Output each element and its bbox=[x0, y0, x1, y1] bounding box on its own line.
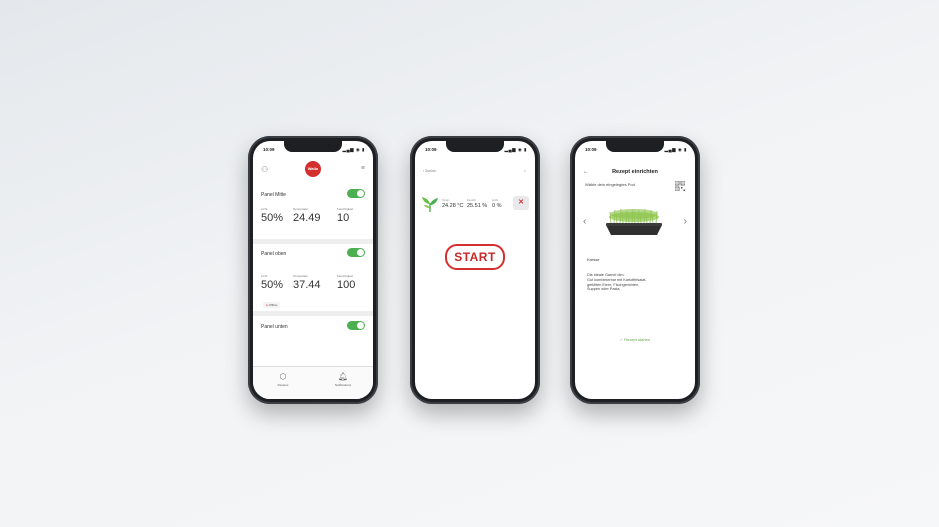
metric-label: Licht bbox=[261, 274, 268, 278]
tab-label: Devices bbox=[277, 383, 289, 387]
stop-icon[interactable]: ✕ bbox=[513, 196, 529, 210]
phone-screen: 10:09 ▂▄▆ ◉ ▮ ⚇ Wallo ≡ Panel Mitte Lich… bbox=[253, 141, 373, 399]
status-icons: ▂▄▆ ◉ ▮ bbox=[342, 147, 365, 152]
divider bbox=[253, 239, 373, 244]
panel-title: Panel oben bbox=[261, 251, 287, 257]
offline-badge: ● Offline bbox=[263, 302, 281, 308]
phone-dashboard: 10:09 ▂▄▆ ◉ ▮ ⚇ Wallo ≡ Panel Mitte Lich… bbox=[248, 136, 378, 404]
metric-value: 24.49 bbox=[293, 212, 321, 224]
status-time: 10:09 bbox=[263, 147, 275, 152]
metric-value: 50% bbox=[261, 212, 284, 224]
humidity-readout: Feucht 25.51 % bbox=[467, 198, 487, 209]
phone-screen: 10:09 ▂▄▆ ◉ ▮ ← Rezept einrichten Wähle … bbox=[575, 141, 695, 399]
temperature-readout: Temp 24.28 °C bbox=[442, 198, 463, 209]
bell-icon: 🔔︎ bbox=[337, 372, 349, 381]
metric-value: 50% bbox=[261, 279, 284, 291]
menu-icon[interactable]: ≡ bbox=[361, 165, 365, 172]
brand-logo: Wallo bbox=[305, 161, 321, 177]
user-icon[interactable]: ⚇ bbox=[261, 165, 268, 174]
panel-title: Panel unten bbox=[261, 324, 288, 330]
tab-notifications[interactable]: 🔔︎ Notifications bbox=[313, 372, 373, 387]
page-subtitle: Wähle dein eingelegtes Pod bbox=[585, 182, 635, 187]
metric-label: Feuchtigkeit bbox=[337, 274, 354, 278]
metric-value: 25.51 % bbox=[467, 203, 488, 209]
metric-value: 100 bbox=[337, 279, 356, 291]
metric-value: 0 % bbox=[492, 203, 502, 209]
status-icons: ▂▄▆ ◉ ▮ bbox=[504, 147, 527, 152]
metric-label: Temp bbox=[442, 198, 449, 202]
metric-label: Temperatur bbox=[293, 274, 309, 278]
metric-temperature: Temperatur 37.44 bbox=[293, 274, 321, 291]
cube-icon: ⬡ bbox=[279, 372, 287, 381]
phone-screen: 10:09 ▂▄▆ ◉ ▮ ‹ Zurück × Temp 24.28 °C F… bbox=[415, 141, 535, 399]
tab-devices[interactable]: ⬡ Devices bbox=[253, 372, 313, 387]
metric-light: Licht 50% bbox=[261, 274, 283, 291]
phone-notch bbox=[606, 141, 664, 152]
metric-value: 37.44 bbox=[293, 279, 321, 291]
start-label: START bbox=[454, 250, 496, 264]
toggle-knob bbox=[357, 190, 364, 197]
metric-value: 10 bbox=[337, 212, 350, 224]
close-icon[interactable]: × bbox=[524, 168, 526, 173]
back-link[interactable]: ‹ Zurück bbox=[423, 169, 436, 173]
status-icons: ▂▄▆ ◉ ▮ bbox=[664, 147, 687, 152]
status-time: 10:09 bbox=[425, 147, 437, 152]
metric-label: Temperatur bbox=[293, 207, 309, 211]
page-title: Rezept einrichten bbox=[612, 169, 658, 175]
phone-notch bbox=[284, 141, 342, 152]
metric-label: Licht bbox=[261, 207, 268, 211]
metric-temperature: Temperatur 24.49 bbox=[293, 207, 321, 224]
chevron-left-icon[interactable]: ‹ bbox=[583, 216, 586, 227]
toggle-knob bbox=[357, 322, 364, 329]
start-recipe-button[interactable]: ✓ Rezept starten bbox=[575, 337, 695, 342]
panel-card[interactable]: Panel unten bbox=[253, 321, 373, 341]
toggle-knob bbox=[357, 249, 364, 256]
plant-icon bbox=[422, 197, 438, 212]
metric-humidity: Feuchtigkeit 10 bbox=[337, 207, 353, 224]
plant-description: Die ideale Garnel dim. Gut kombinierbar … bbox=[587, 273, 682, 292]
chevron-right-icon[interactable]: › bbox=[684, 216, 687, 227]
qr-code-icon[interactable] bbox=[675, 181, 685, 191]
badge-text: Offline bbox=[268, 303, 278, 307]
metric-humidity: Feuchtigkeit 100 bbox=[337, 274, 355, 291]
panel-title: Panel Mitte bbox=[261, 192, 287, 198]
metric-label: Licht bbox=[492, 198, 498, 202]
tab-bar: ⬡ Devices 🔔︎ Notifications bbox=[253, 366, 373, 399]
metric-light: Licht 50% bbox=[261, 207, 283, 224]
panel-card[interactable]: Panel oben Licht 50% Temperatur 37.44 Fe… bbox=[253, 248, 373, 318]
phone-notch bbox=[446, 141, 504, 152]
plant-name: Kresse bbox=[587, 257, 600, 262]
metric-value: 24.28 °C bbox=[442, 203, 464, 209]
phone-recipe-setup: 10:09 ▂▄▆ ◉ ▮ ← Rezept einrichten Wähle … bbox=[570, 136, 700, 404]
app-header: ⚇ Wallo ≡ bbox=[253, 159, 373, 181]
tab-label: Notifications bbox=[334, 383, 352, 387]
start-button[interactable]: START bbox=[445, 244, 505, 270]
cress-tray-image bbox=[606, 208, 662, 235]
metric-label: Feucht bbox=[467, 198, 476, 202]
divider bbox=[253, 311, 373, 316]
phone-panel-control: 10:09 ▂▄▆ ◉ ▮ ‹ Zurück × Temp 24.28 °C F… bbox=[410, 136, 540, 404]
status-time: 10:09 bbox=[585, 147, 597, 152]
panel-toggle[interactable] bbox=[347, 321, 365, 330]
description-line: Suppen oder Pasta bbox=[587, 287, 620, 292]
panel-toggle[interactable] bbox=[347, 248, 365, 257]
metric-label: Feuchtigkeit bbox=[337, 207, 354, 211]
light-readout: Licht 0 % bbox=[492, 198, 501, 209]
panel-toggle[interactable] bbox=[347, 189, 365, 198]
